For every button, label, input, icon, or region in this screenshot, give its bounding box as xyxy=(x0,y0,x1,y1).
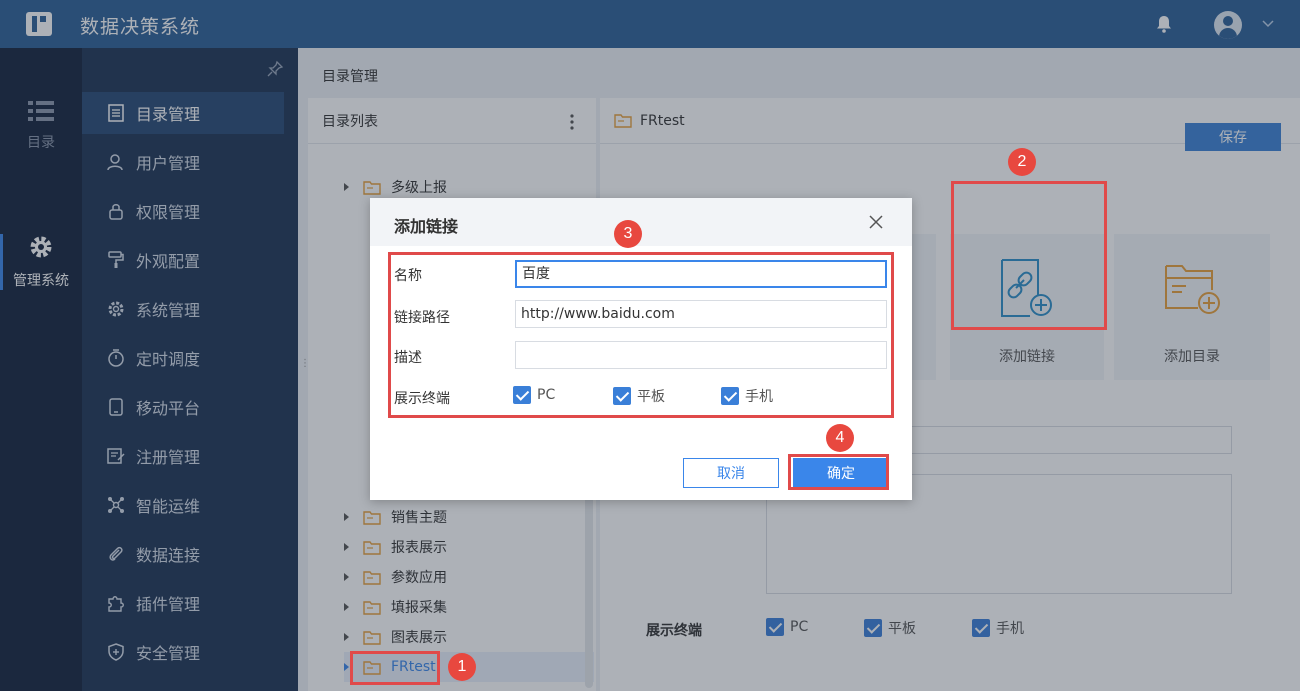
dialog-title: 添加链接 xyxy=(394,217,459,236)
highlight-frtest xyxy=(350,651,440,685)
highlight-form xyxy=(388,252,894,418)
close-icon[interactable] xyxy=(868,214,884,230)
cancel-button[interactable]: 取消 xyxy=(683,458,779,488)
step-badge-2: 2 xyxy=(1008,148,1036,176)
highlight-add-link xyxy=(951,181,1107,330)
step-badge-1: 1 xyxy=(448,653,476,681)
step-badge-3: 3 xyxy=(614,220,642,248)
highlight-confirm xyxy=(788,454,889,490)
step-badge-4: 4 xyxy=(826,424,854,452)
